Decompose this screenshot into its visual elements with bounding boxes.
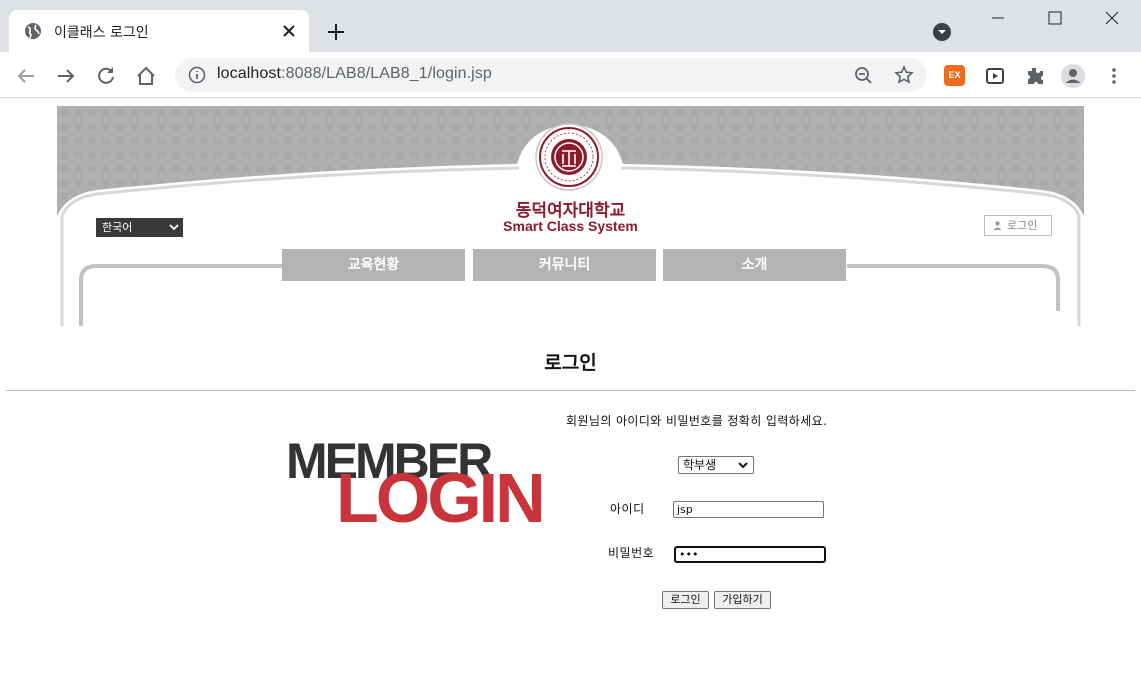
tab-search-icon[interactable]	[932, 22, 952, 42]
language-value: 한국어	[102, 221, 133, 234]
divider	[6, 390, 1135, 391]
chevron-down-icon	[169, 224, 179, 231]
password-input[interactable]: •••	[674, 546, 826, 563]
reload-icon[interactable]	[94, 64, 118, 88]
globe-icon	[25, 23, 41, 39]
header-login-button[interactable]: 로그인	[984, 215, 1052, 236]
zoom-out-icon[interactable]	[854, 66, 873, 85]
profile-icon[interactable]	[1061, 64, 1085, 88]
media-extension-icon[interactable]	[983, 64, 1007, 88]
site-header: 동덕여자대학교 Smart Class System 한국어 로그인 교육현황 …	[57, 106, 1084, 326]
chevron-down-icon	[738, 462, 748, 469]
browser-tabstrip: 이클래스 로그인	[0, 0, 1141, 52]
back-icon[interactable]	[14, 64, 38, 88]
header-login-label: 로그인	[1007, 219, 1038, 232]
forward-icon[interactable]	[54, 64, 78, 88]
menu-icon[interactable]	[1102, 64, 1126, 88]
role-select[interactable]: 학부생	[678, 456, 754, 474]
signup-button[interactable]: 가입하기	[714, 591, 771, 609]
role-value: 학부생	[683, 458, 717, 472]
university-seal	[535, 123, 603, 191]
nav-item-education[interactable]: 교육현황	[282, 249, 465, 281]
close-icon[interactable]	[279, 21, 299, 41]
system-name: Smart Class System	[503, 218, 638, 234]
plus-icon[interactable]	[325, 21, 347, 43]
url-text: localhost:8088/LAB8/LAB8_1/login.jsp	[217, 65, 492, 82]
nav-item-about[interactable]: 소개	[663, 249, 846, 281]
address-bar[interactable]: localhost:8088/LAB8/LAB8_1/login.jsp	[175, 58, 927, 92]
maximize-icon[interactable]	[1041, 6, 1069, 30]
id-input[interactable]: jsp	[673, 501, 824, 518]
minimize-icon[interactable]	[984, 6, 1012, 30]
id-label: 아이디	[610, 502, 645, 516]
user-icon	[993, 221, 1002, 230]
page-title: 로그인	[544, 352, 597, 374]
login-submit-button[interactable]: 로그인	[662, 591, 709, 609]
password-label: 비밀번호	[608, 546, 655, 560]
extensions-icon[interactable]	[1023, 64, 1047, 88]
info-icon[interactable]	[188, 66, 206, 84]
language-select[interactable]: 한국어	[96, 218, 183, 237]
browser-tab[interactable]: 이클래스 로그인	[9, 10, 309, 52]
nav-item-community[interactable]: 커뮤니티	[473, 249, 656, 281]
logo-login-text: LOGIN	[336, 459, 546, 537]
extension-ex-icon[interactable]: EX	[944, 65, 965, 86]
member-login-logo: MEMBER LOGIN	[284, 434, 554, 534]
login-instruction: 회원님의 아이디와 비밀번호를 정확히 입력하세요.	[566, 414, 828, 428]
star-icon[interactable]	[894, 65, 914, 85]
tab-title: 이클래스 로그인	[54, 25, 149, 41]
window-close-icon[interactable]	[1098, 6, 1126, 30]
browser-toolbar: localhost:8088/LAB8/LAB8_1/login.jsp EX	[0, 52, 1141, 98]
home-icon[interactable]	[134, 64, 158, 88]
